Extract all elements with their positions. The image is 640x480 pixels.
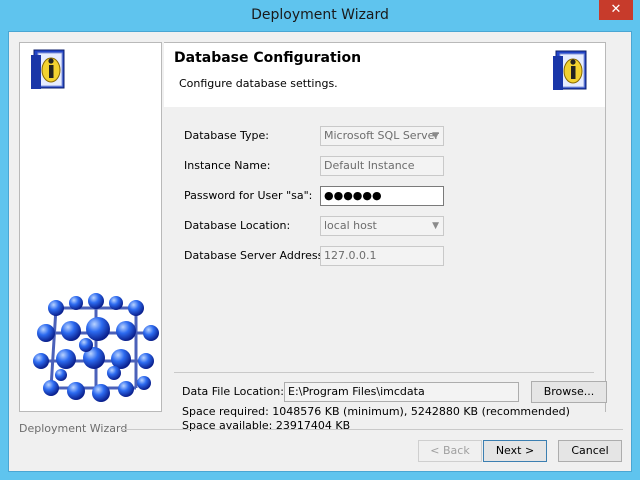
password-value: ●●●●●●: [324, 189, 382, 202]
db-server-address-label: Database Server Address:: [184, 249, 328, 262]
data-file-label: Data File Location:: [182, 385, 284, 398]
footer-divider: [121, 429, 623, 430]
db-location-value: local host: [324, 219, 377, 232]
footer-label: Deployment Wizard: [19, 422, 128, 435]
next-button[interactable]: Next >: [483, 440, 547, 462]
db-server-address-field[interactable]: 127.0.0.1: [320, 246, 444, 266]
wizard-sidebar: [19, 42, 162, 412]
info-book-icon: [553, 50, 587, 90]
wizard-window: Deployment Wizard ✕ Database Configurati…: [0, 0, 640, 480]
space-required-text: Space required: 1048576 KB (minimum), 52…: [182, 405, 570, 418]
wizard-content: Database Type: Microsoft SQL Server ▼ In…: [164, 107, 607, 432]
db-location-label: Database Location:: [184, 219, 291, 232]
page-subtitle: Configure database settings.: [179, 77, 338, 90]
db-type-value: Microsoft SQL Server: [324, 129, 439, 142]
chevron-down-icon: ▼: [432, 221, 439, 231]
db-location-select[interactable]: local host ▼: [320, 216, 444, 236]
instance-name-field[interactable]: Default Instance: [320, 156, 444, 176]
data-file-location-field[interactable]: E:\Program Files\imcdata: [284, 382, 519, 402]
db-type-label: Database Type:: [184, 129, 269, 142]
content-divider: [174, 372, 594, 373]
info-book-icon: [31, 49, 65, 89]
close-icon: ✕: [610, 2, 622, 17]
back-button[interactable]: < Back: [418, 440, 482, 462]
chevron-down-icon: ▼: [432, 131, 439, 141]
password-label: Password for User "sa":: [184, 189, 313, 202]
window-title: Deployment Wizard: [251, 7, 389, 23]
wizard-header: Database Configuration Configure databas…: [164, 42, 606, 108]
wizard-client-area: Database Configuration Configure databas…: [8, 31, 632, 472]
db-type-select[interactable]: Microsoft SQL Server ▼: [320, 126, 444, 146]
space-available-text: Space available: 23917404 KB: [182, 419, 351, 432]
instance-name-label: Instance Name:: [184, 159, 271, 172]
title-bar[interactable]: Deployment Wizard ✕: [0, 0, 640, 32]
molecule-sphere-icon: [33, 293, 159, 402]
db-server-address-value: 127.0.0.1: [324, 249, 377, 262]
browse-button[interactable]: Browse...: [531, 381, 607, 403]
close-button[interactable]: ✕: [599, 0, 633, 20]
password-input[interactable]: ●●●●●●: [320, 186, 444, 206]
instance-name-value: Default Instance: [324, 159, 415, 172]
cancel-button[interactable]: Cancel: [558, 440, 622, 462]
page-title: Database Configuration: [174, 50, 362, 66]
